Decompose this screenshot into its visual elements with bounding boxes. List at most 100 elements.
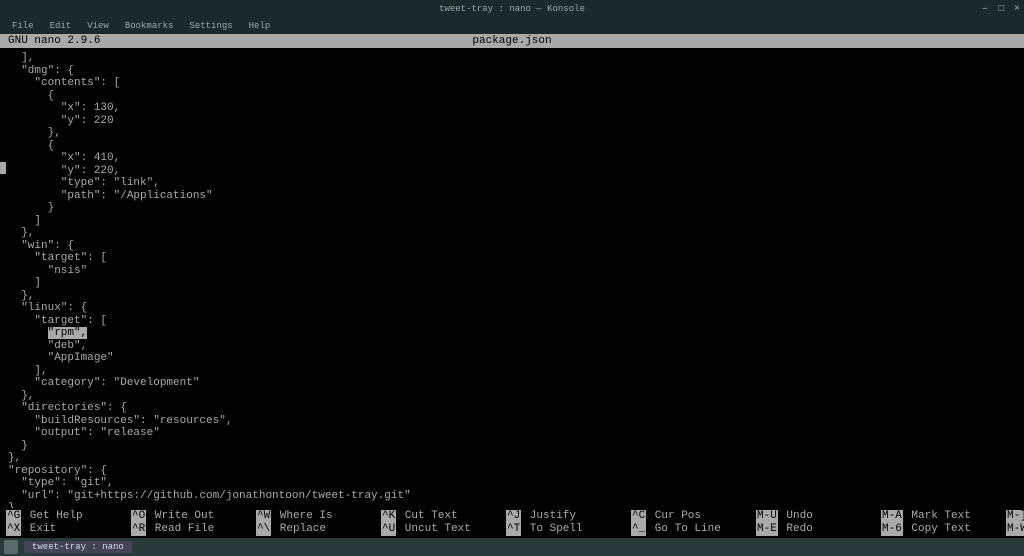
editor-line: "repository": { <box>8 465 1016 478</box>
shortcut-item: ^K Cut Text <box>381 510 506 523</box>
shortcut-label: Redo <box>780 523 813 536</box>
shortcut-key: ^G <box>6 510 21 523</box>
shortcut-item: ^U Uncut Text <box>381 523 506 536</box>
editor-line: "type": "git", <box>8 477 1016 490</box>
apps-menu-icon[interactable] <box>4 540 18 554</box>
shortcut-label: Go To Line <box>648 523 721 536</box>
editor-line: "y": 220, <box>8 165 1016 178</box>
taskbar: tweet-tray : nano <box>0 538 1024 556</box>
shortcut-bar: ^G Get Help^O Write Out^W Where Is^K Cut… <box>0 508 1024 538</box>
window-title: tweet-tray : nano — Konsole <box>0 4 1024 14</box>
shortcut-key: M-U <box>756 510 778 523</box>
editor-line: "AppImage" <box>8 352 1016 365</box>
editor-line: "url": "git+https://github.com/jonathont… <box>8 490 1016 503</box>
editor-line: "dmg": { <box>8 65 1016 78</box>
menu-help[interactable]: Help <box>243 19 277 33</box>
shortcut-item: ^T To Spell <box>506 523 631 536</box>
close-icon[interactable]: × <box>1014 4 1020 15</box>
shortcut-key: ^J <box>506 510 521 523</box>
editor-line: "output": "release" <box>8 427 1016 440</box>
editor-line: ], <box>8 365 1016 378</box>
shortcut-key: ^C <box>631 510 646 523</box>
shortcut-label: Exit <box>23 523 56 536</box>
editor-line: { <box>8 90 1016 103</box>
shortcut-item: ^\ Replace <box>256 523 381 536</box>
shortcut-key: ^R <box>131 523 146 536</box>
taskbar-item[interactable]: tweet-tray : nano <box>24 541 132 553</box>
menu-bookmarks[interactable]: Bookmarks <box>119 19 180 33</box>
shortcut-key: M-W <box>1006 523 1024 536</box>
shortcut-label: Cur Pos <box>648 510 701 523</box>
editor-line: "y": 220 <box>8 115 1016 128</box>
shortcut-item: ^G Get Help <box>6 510 131 523</box>
shortcut-label: Write Out <box>148 510 214 523</box>
shortcut-label: Read File <box>148 523 214 536</box>
editor-line: "contents": [ <box>8 77 1016 90</box>
shortcut-item: M-6 Copy Text <box>881 523 1006 536</box>
editor-line: ] <box>8 277 1016 290</box>
shortcut-key: M-A <box>881 510 903 523</box>
shortcut-label: Where Is <box>273 510 332 523</box>
shortcut-item: ^R Read File <box>131 523 256 536</box>
editor-line: "deb", <box>8 340 1016 353</box>
editor-line: }, <box>8 452 1016 465</box>
editor-line: { <box>8 140 1016 153</box>
editor-line: "x": 410, <box>8 152 1016 165</box>
menu-settings[interactable]: Settings <box>183 19 238 33</box>
nano-filename: package.json <box>0 35 1024 47</box>
editor-line: "x": 130, <box>8 102 1016 115</box>
shortcut-key: ^K <box>381 510 396 523</box>
shortcut-key: ^W <box>256 510 271 523</box>
window-titlebar: tweet-tray : nano — Konsole – □ × <box>0 0 1024 18</box>
shortcut-row-1: ^G Get Help^O Write Out^W Where Is^K Cut… <box>6 510 1018 523</box>
shortcut-key: ^T <box>506 523 521 536</box>
editor-area[interactable]: ], "dmg": { "contents": [ { "x": 130, "y… <box>0 48 1024 508</box>
editor-line: }, <box>8 390 1016 403</box>
editor-line: "target": [ <box>8 252 1016 265</box>
editor-line: "win": { <box>8 240 1016 253</box>
maximize-icon[interactable]: □ <box>998 4 1004 15</box>
shortcut-item: M-E Redo <box>756 523 881 536</box>
menubar: File Edit View Bookmarks Settings Help <box>0 18 1024 34</box>
nano-header: GNU nano 2.9.6 package.json <box>0 34 1024 48</box>
shortcut-item: ^J Justify <box>506 510 631 523</box>
window-controls: – □ × <box>982 4 1020 15</box>
shortcut-key: ^X <box>6 523 21 536</box>
shortcut-item: ^W Where Is <box>256 510 381 523</box>
text-cursor <box>0 162 6 174</box>
shortcut-key: ^U <box>381 523 396 536</box>
shortcut-item: M-W WhereIs Next <box>1006 523 1024 536</box>
shortcut-label: Mark Text <box>905 510 971 523</box>
editor-line: "category": "Development" <box>8 377 1016 390</box>
editor-line: "rpm", <box>8 327 1016 340</box>
shortcut-label: To Spell <box>523 523 582 536</box>
shortcut-item: M-A Mark Text <box>881 510 1006 523</box>
menu-edit[interactable]: Edit <box>44 19 78 33</box>
shortcut-key: M-E <box>756 523 778 536</box>
shortcut-label: Undo <box>780 510 813 523</box>
shortcut-item: ^_ Go To Line <box>631 523 756 536</box>
editor-line: }, <box>8 127 1016 140</box>
editor-line: ], <box>8 52 1016 65</box>
menu-file[interactable]: File <box>6 19 40 33</box>
shortcut-label: Uncut Text <box>398 523 471 536</box>
editor-line: "nsis" <box>8 265 1016 278</box>
editor-line: } <box>8 202 1016 215</box>
shortcut-key: M-6 <box>881 523 903 536</box>
menu-view[interactable]: View <box>81 19 115 33</box>
editor-line: "type": "link", <box>8 177 1016 190</box>
minimize-icon[interactable]: – <box>982 4 988 15</box>
shortcut-item: M-] To Bracket <box>1006 510 1024 523</box>
editor-line: }, <box>8 290 1016 303</box>
shortcut-item: M-U Undo <box>756 510 881 523</box>
shortcut-key: M-] <box>1006 510 1024 523</box>
shortcut-row-2: ^X Exit^R Read File^\ Replace^U Uncut Te… <box>6 523 1018 536</box>
shortcut-label: Copy Text <box>905 523 971 536</box>
shortcut-label: Replace <box>273 523 326 536</box>
shortcut-item: ^X Exit <box>6 523 131 536</box>
editor-line: "path": "/Applications" <box>8 190 1016 203</box>
shortcut-item: ^C Cur Pos <box>631 510 756 523</box>
shortcut-key: ^\ <box>256 523 271 536</box>
editor-line: }, <box>8 227 1016 240</box>
editor-line: ] <box>8 215 1016 228</box>
